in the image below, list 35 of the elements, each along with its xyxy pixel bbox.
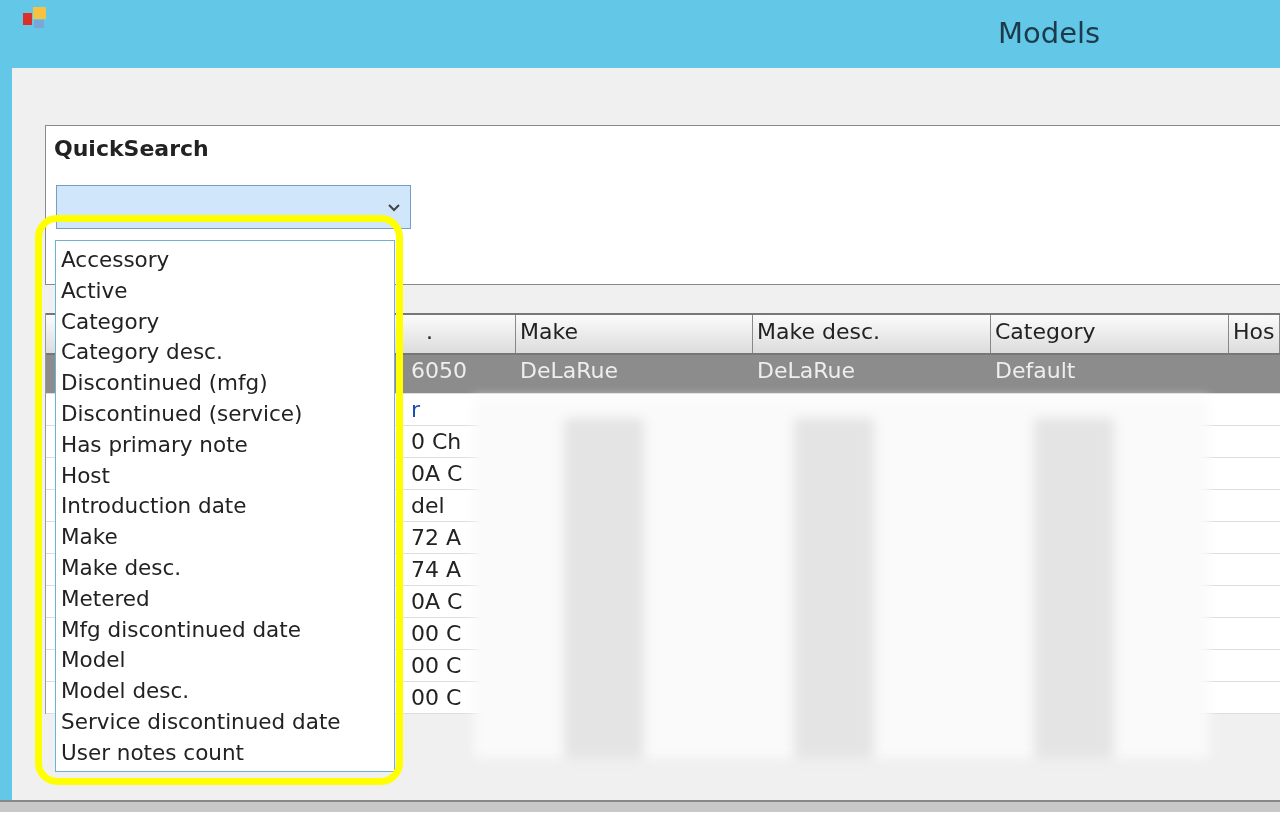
quicksearch-label: QuickSearch xyxy=(54,136,209,161)
dropdown-option[interactable]: Make desc. xyxy=(61,552,182,584)
dropdown-option[interactable]: User notes count xyxy=(61,737,244,769)
table-cell: Default xyxy=(995,358,1076,383)
table-cell: 00 C xyxy=(411,653,462,678)
window-title: Models xyxy=(998,16,1101,50)
table-cell: 0A C xyxy=(411,461,463,486)
dropdown-option[interactable]: Model xyxy=(61,645,126,677)
column-header[interactable]: Make xyxy=(516,315,753,353)
table-cell: del xyxy=(411,493,445,518)
dropdown-option[interactable]: Has primary note xyxy=(61,429,248,461)
dropdown-option[interactable]: Host xyxy=(61,460,110,492)
table-cell: 00 C xyxy=(411,621,462,646)
table-cell: 74 A xyxy=(411,557,462,582)
table-cell: r xyxy=(411,397,421,422)
dropdown-option[interactable]: Active xyxy=(61,275,128,307)
table-cell: 6050 xyxy=(411,358,467,383)
table-cell: 00 C xyxy=(411,685,462,710)
dropdown-option[interactable]: Discontinued (service) xyxy=(61,399,303,430)
table-cell: DeLaRue xyxy=(757,358,855,383)
column-header[interactable]: Category xyxy=(991,315,1229,353)
table-cell: 0 Ch xyxy=(411,429,462,454)
table-cell: 0A C xyxy=(411,589,463,614)
dropdown-option[interactable]: Model desc. xyxy=(61,676,190,707)
dropdown-option[interactable]: Metered xyxy=(61,583,150,615)
dropdown-option[interactable]: Mfg discontinued date xyxy=(61,614,301,646)
column-header[interactable]: Make desc. xyxy=(753,315,991,353)
dropdown-option[interactable]: Introduction date xyxy=(61,491,247,523)
dropdown-option[interactable]: Service discontinued date xyxy=(61,706,341,738)
table-cell: 72 A xyxy=(411,525,462,550)
dropdown-option[interactable]: Accessory xyxy=(61,245,170,276)
dropdown-option[interactable]: Category xyxy=(61,306,160,338)
dropdown-option[interactable]: Make xyxy=(61,522,118,553)
table-cell: DeLaRue xyxy=(520,358,618,383)
column-header[interactable]: Hos xyxy=(1229,315,1280,353)
